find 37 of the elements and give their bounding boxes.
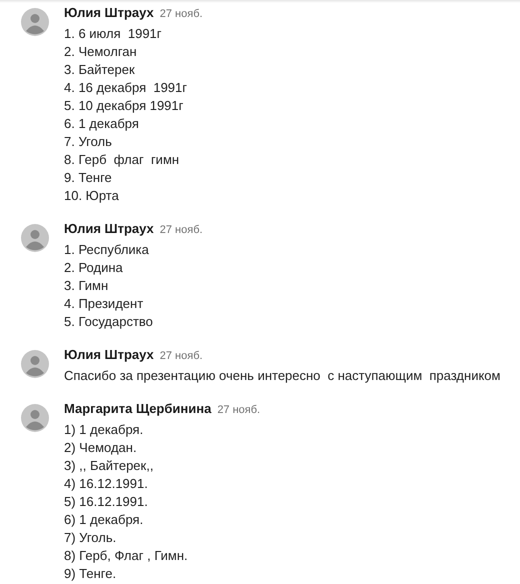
comment-line: 2. Родина xyxy=(64,259,124,277)
comment-line: 10. Юрта xyxy=(64,187,120,205)
comment-line: 3. Байтерек xyxy=(64,61,136,79)
comment-line: 4) 16.12.1991. xyxy=(64,475,149,493)
comment-line: 5. Государство xyxy=(64,313,154,331)
comment-line: 1. Республика xyxy=(64,241,150,259)
avatar-icon xyxy=(21,8,49,36)
comment-line: 1) 1 декабря. xyxy=(64,421,144,439)
comment-date: 27 нояб. xyxy=(160,349,203,364)
comment-line: 4. 16 декабря 1991г xyxy=(64,79,188,97)
author-name[interactable]: Юлия Штраух xyxy=(64,4,154,22)
comment-line: 6. 1 декабря xyxy=(64,115,140,133)
comment-line: 8. Герб флаг гимн xyxy=(64,151,180,169)
comment-line: 7) Уголь. xyxy=(64,529,118,547)
avatar-icon xyxy=(21,224,49,252)
comment-line: 1. 6 июля 1991г xyxy=(64,25,163,43)
comment-line: 5) 16.12.1991. xyxy=(64,493,149,511)
comment-line: 7. Уголь xyxy=(64,133,113,151)
author-name[interactable]: Юлия Штраух xyxy=(64,220,154,238)
comment-line: 9. Тенге xyxy=(64,169,113,187)
comment-date: 27 нояб. xyxy=(160,7,203,22)
comment-line: 9) Тенге. xyxy=(64,565,118,583)
comment-line: 5. 10 декабря 1991г xyxy=(64,97,184,115)
comment-line: 3. Гимн xyxy=(64,277,110,295)
comment-date: 27 нояб. xyxy=(217,403,260,418)
comment-line: Спасибо за презентацию очень интересно с наступающим праздником xyxy=(64,367,500,385)
comment-line: 4. Президент xyxy=(64,295,144,313)
comment-line: 6) 1 декабря. xyxy=(64,511,144,529)
comment-line: 3) ,, Байтерек,, xyxy=(64,457,154,475)
author-name[interactable]: Юлия Штраух xyxy=(64,346,154,364)
comment-line: 2. Чемолган xyxy=(64,43,138,61)
comment-line: 8) Герб, Флаг , Гимн. xyxy=(64,547,189,565)
comment-date: 27 нояб. xyxy=(160,223,203,238)
author-name[interactable]: Маргарита Щербинина xyxy=(64,400,212,418)
comment-line: 2) Чемодан. xyxy=(64,439,138,457)
avatar-icon xyxy=(21,404,49,432)
avatar-icon xyxy=(21,350,49,378)
